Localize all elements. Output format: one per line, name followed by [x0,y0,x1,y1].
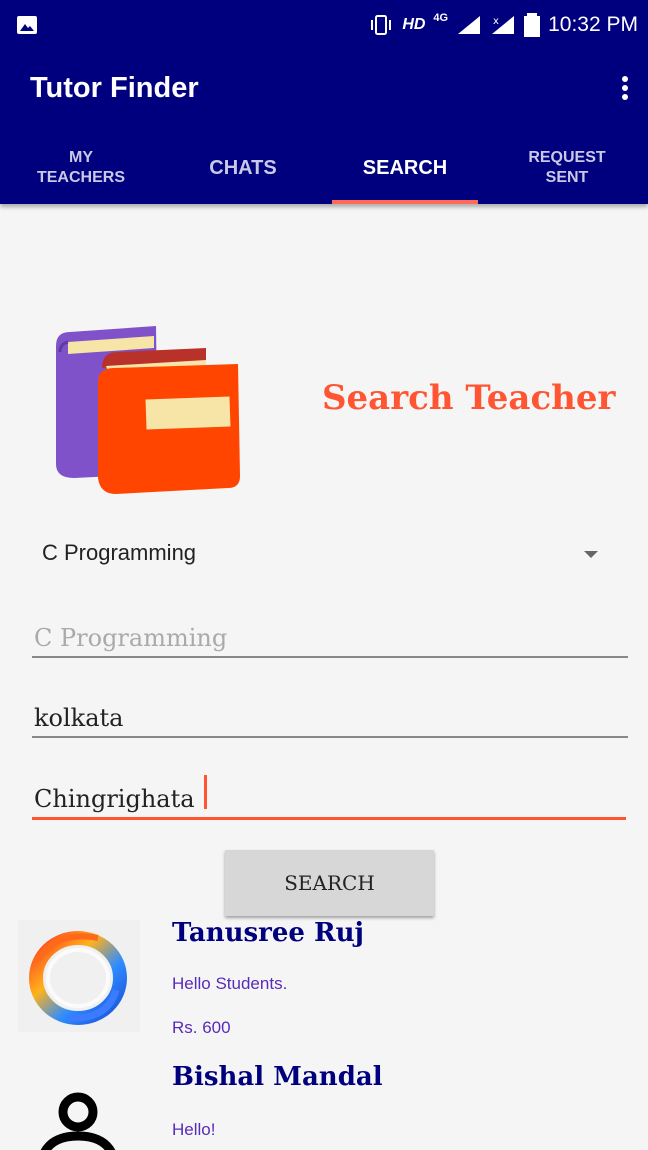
battery-icon [524,13,541,37]
avatar [18,1064,140,1150]
tab-search[interactable]: SEARCH [324,132,486,204]
subject-spinner-value: C Programming [42,540,197,565]
tab-search-label: SEARCH [362,157,448,179]
search-button[interactable]: SEARCH [225,850,434,916]
tab-bar: MY TEACHERS CHATS SEARCH REQUEST SENT [0,132,648,204]
books-icon [56,326,240,494]
search-teacher-heading: Search Teacher [322,378,616,418]
teacher-message: Hello! [172,1120,216,1139]
no-signal-icon: x [492,16,515,34]
swirl-image [29,931,127,1025]
area-input[interactable] [34,785,614,813]
list-item[interactable]: Bishal Mandal Hello! [0,1062,648,1150]
app-title: Tutor Finder [30,72,199,104]
city-input[interactable] [34,704,614,732]
person-icon [40,1092,116,1150]
tab-my-teachers[interactable]: MY TEACHERS [0,132,162,204]
overflow-menu-icon[interactable] [620,76,630,106]
subject-field[interactable] [32,606,628,658]
teacher-name: Bishal Mandal [172,1062,383,1092]
area-field[interactable] [32,767,626,820]
vibrate-icon [371,15,392,35]
subject-input[interactable] [34,624,614,652]
dropdown-arrow-icon [584,551,598,558]
svg-text:x: x [493,16,499,27]
subject-spinner[interactable]: C Programming [30,530,610,578]
city-field[interactable] [32,686,628,738]
avatar [18,920,140,1032]
app-toolbar: Tutor Finder [0,50,648,132]
tab-chats-label: CHATS [209,157,277,179]
list-item[interactable]: Tanusree Ruj Hello Students. Rs. 600 [0,918,648,1044]
status-icons: HD 4G x 10:32 PM [368,12,638,38]
network-type-label: 4G [433,12,449,24]
status-time: 10:32 PM [548,13,638,36]
tab-request-sent[interactable]: REQUEST SENT [486,132,648,204]
hd-label: HD [402,16,426,33]
teacher-message: Hello Students. [172,974,288,993]
status-bar: HD 4G x 10:32 PM [0,0,648,50]
teacher-fee: Rs. 600 [172,1018,231,1037]
tab-request-sent-label: REQUEST SENT [528,149,606,186]
tab-chats[interactable]: CHATS [162,132,324,204]
teacher-name: Tanusree Ruj [172,918,364,948]
gallery-icon [17,16,37,34]
text-cursor [204,775,207,809]
signal-icon [458,16,481,34]
tab-my-teachers-label: MY TEACHERS [36,149,125,186]
